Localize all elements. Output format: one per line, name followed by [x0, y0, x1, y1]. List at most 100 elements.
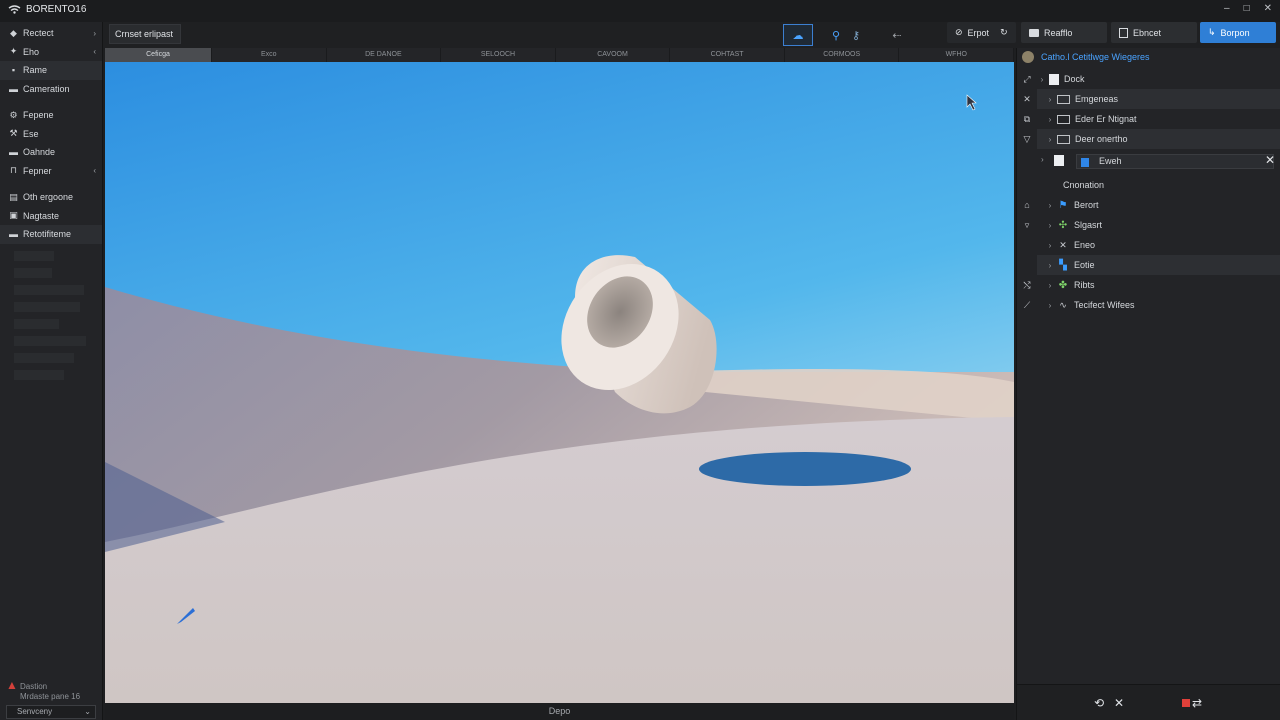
back-arrow-button[interactable]: ⇠ — [877, 24, 917, 46]
viewport-tab[interactable]: SELOOCH — [441, 48, 556, 62]
main-toolbar: Crnset erlipast ☁ ⚲ ⚷ ⇠ ⊘ Erpot ↻ Reaffl… — [103, 22, 1280, 48]
sidebar-dropdown[interactable]: Senvceny ⌄ — [6, 705, 96, 719]
title-bar: BORENTO16 – □ ✕ — [0, 0, 1280, 22]
panel-tab-reafflo[interactable]: Reafflo — [1021, 22, 1107, 43]
close-icon[interactable]: ✕ — [1265, 153, 1275, 167]
viewport-tab[interactable]: Ceficga — [105, 48, 212, 62]
close-button[interactable]: ✕ — [1264, 3, 1272, 14]
sidebar-item-rame[interactable]: ▪ Rame — [0, 61, 102, 80]
outliner-row-label: Slgasrt — [1074, 220, 1103, 230]
sidebar-item-eho[interactable]: ✦ Eho ‹ — [0, 43, 102, 62]
search-icon: ⚲ — [831, 29, 841, 42]
viewport-tabs: Ceficga Exco DE DANOE SELOOCH CAVOOM COH… — [105, 48, 1015, 62]
chevron-down-icon: ⌄ — [84, 707, 91, 716]
arrow-icon: ✦ — [9, 46, 18, 57]
primary-action-button[interactable]: ↳ Borpon — [1200, 22, 1276, 43]
sidebar-faded-list — [0, 250, 102, 380]
app-name: BORENTO16 — [26, 4, 87, 15]
chevron-icon: ‹ — [93, 47, 96, 57]
expand-arrow-icon: › — [1048, 280, 1052, 290]
export-button[interactable]: ⊘ Erpot ↻ — [947, 22, 1016, 43]
viewport-tab[interactable]: CORMOOS — [785, 48, 900, 62]
outliner-row[interactable]: › ✕ Eneo — [1037, 235, 1280, 255]
outliner-row[interactable]: › Deer onertho — [1037, 129, 1280, 149]
doc-icon: ▤ — [9, 191, 18, 202]
outliner-row[interactable]: › ✣ Slgasrt — [1037, 215, 1280, 235]
app-title: BORENTO16 — [8, 4, 86, 15]
sidebar-item-ese[interactable]: ⚒ Ese — [0, 125, 102, 144]
export-label: Erpot — [967, 27, 990, 38]
sidebar-item-oahnde[interactable]: ▬ Oahnde — [0, 143, 102, 162]
viewport-tab[interactable]: CAVOOM — [556, 48, 671, 62]
expand-arrow-icon: › — [1040, 74, 1044, 84]
filter-tool-icon[interactable]: ▽ — [1021, 134, 1033, 145]
block-icon: ▬ — [9, 147, 18, 158]
outliner-row[interactable]: Cnonation — [1037, 175, 1280, 195]
box-icon — [1057, 94, 1070, 104]
export-icon: ⊘ — [955, 27, 963, 37]
sidebar-item-oth-ergoone[interactable]: ▤ Oth ergoone — [0, 188, 102, 207]
rename-input[interactable]: Eweh — [1076, 154, 1274, 169]
sidebar-item-label: Cameration — [23, 83, 70, 94]
maximize-button[interactable]: □ — [1244, 3, 1250, 14]
expand-arrow-icon: › — [1048, 260, 1052, 270]
sidebar-project-info: ▲ Dastion Mrdaste pane 16 — [6, 679, 80, 702]
outliner-row-label: Emgeneas — [1075, 94, 1119, 104]
outliner-selected-row[interactable]: › Eweh ✕ — [1037, 151, 1280, 171]
sync-button[interactable]: ⇄ — [1177, 693, 1207, 713]
panel-tab-ebncet[interactable]: Ebncet — [1111, 22, 1197, 43]
sidebar-item-fepner[interactable]: ⊓ Fepner ‹ — [0, 162, 102, 181]
bone-icon: ✕ — [1059, 239, 1067, 250]
outliner-row[interactable]: › ✤ Ribts — [1037, 275, 1280, 295]
shuffle-tool-icon[interactable]: ⤭ — [1021, 280, 1033, 291]
outliner-row-label: Eotie — [1074, 260, 1095, 270]
close-tool-icon[interactable]: ✕ — [1021, 94, 1033, 105]
delete-button[interactable]: ✕ — [1107, 693, 1131, 713]
cloud-tool-button[interactable]: ☁ — [783, 24, 813, 46]
home-tool-icon[interactable]: ⌂ — [1021, 200, 1033, 210]
leaf-icon: ✣ — [1058, 219, 1068, 231]
viewport-tab[interactable]: COHTAST — [670, 48, 785, 62]
doc-tab-icon — [1119, 27, 1128, 38]
sidebar-item-nagtaste[interactable]: ▣ Nagtaste — [0, 207, 102, 226]
scene-render[interactable] — [105, 62, 1014, 703]
light-icon: ⚑ — [1058, 199, 1068, 211]
key-tool-button[interactable]: ⚷ — [841, 24, 871, 46]
outliner-row[interactable]: › Emgeneas — [1037, 89, 1280, 109]
outliner-row[interactable]: › Dock — [1037, 69, 1280, 89]
copy-tool-icon[interactable]: ⧉ — [1021, 114, 1033, 125]
outliner-row-label: Eneo — [1074, 240, 1096, 250]
sidebar-item-rectect[interactable]: ◆ Rectect › — [0, 24, 102, 43]
chevron-icon: › — [93, 28, 96, 38]
outliner-row[interactable]: › Eder Er Ntignat — [1037, 109, 1280, 129]
viewport-tab[interactable]: Exco — [212, 48, 327, 62]
expand-arrow-icon: › — [1041, 155, 1044, 164]
sidebar-item-label: Oahnde — [23, 147, 56, 158]
outliner-row[interactable]: › ∿ Tecifect Wifees — [1037, 295, 1280, 315]
sidebar-item-label: Fepner — [23, 165, 52, 176]
outliner-row-label: Eder Er Ntignat — [1075, 114, 1137, 124]
sidebar-item-label: Oth ergoone — [23, 192, 74, 203]
sidebar-item-label: Ese — [23, 128, 39, 139]
outliner-row[interactable]: › ▚ Eotie — [1037, 255, 1280, 275]
sidebar-item-label: Eho — [23, 46, 40, 57]
visibility-checkbox[interactable] — [1054, 155, 1064, 166]
sidebar-item-retotifiteme[interactable]: ▬ Retotifiteme — [0, 225, 102, 244]
outliner-title: Catho.l Cetitlwge Wiegeres — [1041, 52, 1150, 62]
viewport-tab[interactable]: DE DANOE — [327, 48, 442, 62]
sidebar-item-fepene[interactable]: ⚙ Fepene — [0, 106, 102, 125]
outliner-row[interactable]: › ⚑ Berort — [1037, 195, 1280, 215]
3d-viewport[interactable] — [105, 62, 1014, 703]
sidebar-item-cameration[interactable]: ▬ Cameration — [0, 80, 102, 99]
viewport-tab[interactable]: WFHO — [899, 48, 1015, 62]
brush-tool-icon[interactable]: ⟋ — [1021, 300, 1033, 311]
box-icon — [1057, 134, 1070, 144]
expand-arrow-icon: › — [1048, 134, 1052, 144]
outliner-footer: ⟲ ✕ ⇄ — [1017, 684, 1280, 720]
funnel-tool-icon[interactable]: ▿ — [1021, 220, 1033, 231]
pin-tool-icon[interactable]: ⤢ — [1021, 74, 1033, 85]
sync-arrows-icon: ⇄ — [1191, 696, 1203, 710]
breadcrumb[interactable]: Crnset erlipast — [109, 24, 181, 44]
ring-shadow — [699, 452, 911, 486]
minimize-button[interactable]: – — [1224, 3, 1230, 14]
